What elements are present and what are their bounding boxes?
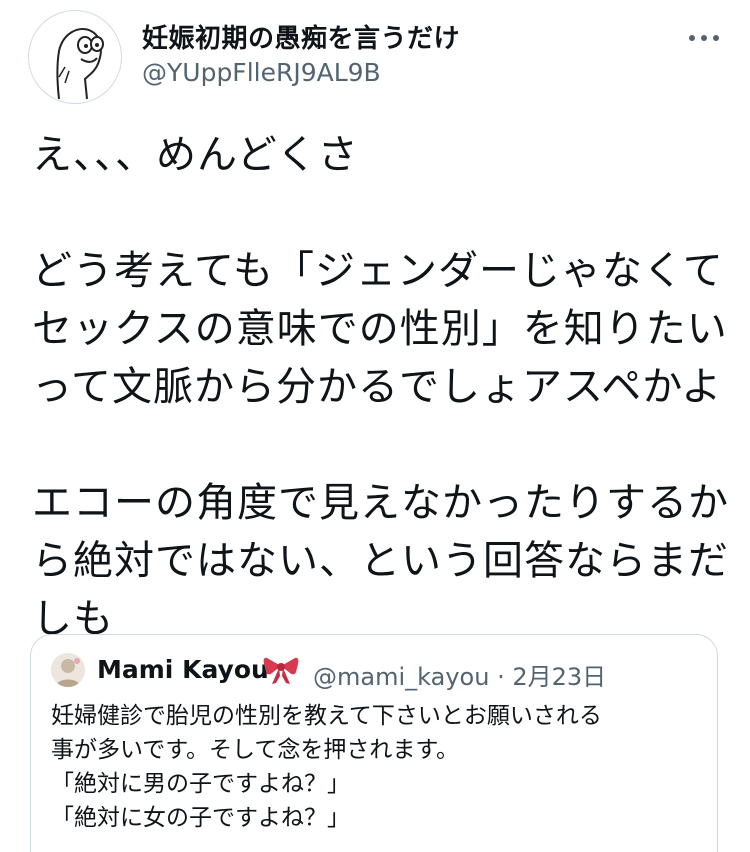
author-avatar[interactable] — [28, 10, 122, 104]
tweet-text: え、、、めんどくさ どう考えても「ジェンダーじゃなくて セックスの意味での性別」… — [32, 126, 729, 648]
tweet-line: エコーの角度で見えなかったりするか — [32, 480, 729, 526]
tweet-header: 妊娠初期の愚痴を言うだけ @YUppFlleRJ9AL9B — [0, 0, 750, 112]
quoted-author-handle[interactable]: @mami_kayou — [313, 663, 489, 691]
tweet-line: って文脈から分かるでしょアスペかよ — [32, 364, 723, 410]
quoted-author-avatar[interactable] — [51, 653, 85, 687]
author-display-name[interactable]: 妊娠初期の愚痴を言うだけ — [142, 18, 460, 55]
quoted-date[interactable]: 2月23日 — [512, 663, 606, 691]
quoted-line: 妊婦健診で胎児の性別を教えて下さいとお願いされる — [51, 703, 602, 729]
tweet-line: え、、、めんどくさ — [32, 132, 359, 178]
quoted-line: 事が多いです。そして念を押されます。 — [51, 737, 460, 763]
quoted-line: 「絶対に女の子ですよね？」 — [51, 805, 350, 831]
ribbon-icon — [263, 654, 299, 690]
photo-avatar-icon — [51, 653, 85, 687]
tweet-page: 妊娠初期の愚痴を言うだけ @YUppFlleRJ9AL9B え、、、めんどくさ … — [0, 0, 750, 852]
quoted-author-name[interactable]: Mami Kayou — [97, 655, 269, 684]
quoted-line: 「絶対に男の子ですよね？」 — [51, 771, 350, 797]
quoted-tweet-text: 妊婦健診で胎児の性別を教えて下さいとお願いされる 事が多いです。そして念を押され… — [51, 699, 701, 835]
tweet-line: どう考えても「ジェンダーじゃなくて — [32, 248, 724, 294]
tweet-line: セックスの意味での性別」を知りたい — [32, 306, 728, 352]
more-options-icon[interactable] — [684, 28, 724, 48]
quoted-tweet[interactable]: Mami Kayou @mami_kayou · 2月23日 妊婦健診で胎児の性… — [30, 634, 718, 852]
author-handle[interactable]: @YUppFlleRJ9AL9B — [142, 58, 381, 87]
tweet-line: ら絶対ではない、という回答ならまだ — [32, 538, 729, 584]
meta-separator: · — [497, 663, 505, 691]
cartoon-character-avatar-icon — [29, 11, 121, 103]
quoted-meta: @mami_kayou · 2月23日 — [313, 657, 606, 692]
